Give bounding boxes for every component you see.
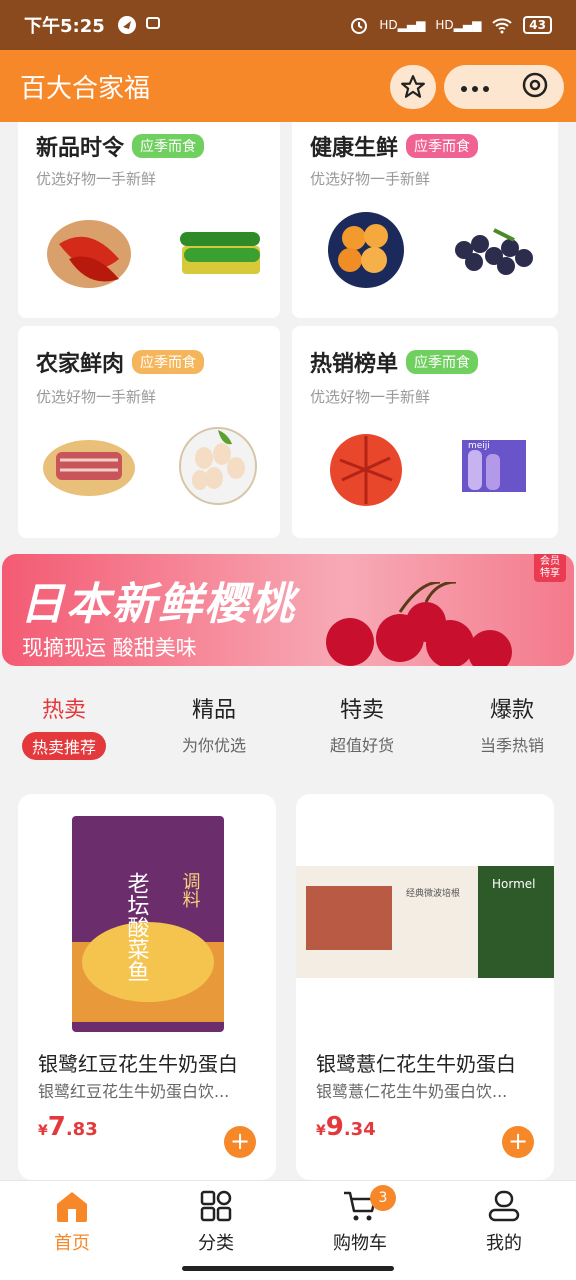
signal-1-icon: HD▂▄▆ xyxy=(379,18,426,32)
cart-count-badge: 3 xyxy=(370,1185,396,1211)
category-badge: 应季而食 xyxy=(406,350,479,374)
home-indicator xyxy=(182,1266,394,1271)
category-card-meat[interactable]: 农家鲜肉 应季而食 优选好物一手新鲜 xyxy=(18,326,280,538)
category-card-bestseller[interactable]: 热销榜单 应季而食 优选好物一手新鲜 meiji xyxy=(292,326,558,538)
add-to-cart-button[interactable]: + xyxy=(502,1126,534,1158)
category-card-fresh[interactable]: 健康生鲜 应季而食 优选好物一手新鲜 xyxy=(292,122,558,318)
wifi-icon xyxy=(492,18,512,34)
svg-text:经典微波培根: 经典微波培根 xyxy=(406,887,460,899)
app-notification-icon xyxy=(117,16,136,34)
main-content: 新品时令 应季而食 优选好物一手新鲜 健康生鲜 应季而食 优选好物一手新鲜 农家鲜肉… xyxy=(0,122,576,1180)
nav-profile[interactable]: 我的 xyxy=(454,1189,554,1255)
star-icon xyxy=(401,75,425,98)
category-title: 热销榜单 xyxy=(310,352,399,377)
close-mini-program-button[interactable] xyxy=(521,71,549,103)
image-notification-icon xyxy=(145,17,160,29)
user-icon xyxy=(488,1190,520,1222)
category-subtitle: 优选好物一手新鲜 xyxy=(36,170,157,188)
signal-2-icon: HD▂▄▆ xyxy=(435,18,482,32)
product-image: 老坛酸菜鱼 调料 xyxy=(72,816,224,1032)
home-icon xyxy=(57,1192,87,1222)
nav-home[interactable]: 首页 xyxy=(22,1189,122,1255)
page-title: 百大合家福 xyxy=(20,73,151,104)
category-title: 新品时令 xyxy=(36,136,125,161)
banner-title: 日本新鲜樱桃 xyxy=(20,579,296,630)
egg-image xyxy=(179,427,257,505)
svg-text:调料: 调料 xyxy=(180,872,201,908)
alarm-icon xyxy=(351,18,368,34)
favorite-button[interactable] xyxy=(390,65,436,109)
crayfish-image xyxy=(330,434,402,506)
tab-premium[interactable]: 精品 为你优选 xyxy=(154,692,274,756)
status-bar: 下午5:25 HD▂▄▆ HD▂▄▆ 43 xyxy=(0,0,576,50)
category-badge: 应季而食 xyxy=(132,350,205,374)
svg-text:Hormel: Hormel xyxy=(492,877,536,891)
product-card[interactable]: Hormel 经典微波培根 银鹭薏仁花生牛奶蛋白 银鹭薏仁花生牛奶蛋白饮... ¥… xyxy=(296,794,554,1180)
nav-cart[interactable]: 3 购物车 xyxy=(310,1185,410,1255)
product-price: ¥7.83 xyxy=(38,1112,98,1142)
nav-category[interactable]: 分类 xyxy=(166,1189,266,1255)
banner-subtitle: 现摘现运 酸甜美味 xyxy=(22,636,197,660)
category-title: 健康生鲜 xyxy=(310,136,399,161)
more-button[interactable] xyxy=(460,78,490,97)
category-title: 农家鲜肉 xyxy=(36,352,125,377)
member-tag: 会员 特享 xyxy=(534,554,566,582)
product-card[interactable]: 老坛酸菜鱼 调料 银鹭红豆花生牛奶蛋白 银鹭红豆花生牛奶蛋白饮... ¥7.83 … xyxy=(18,794,276,1180)
product-name: 银鹭薏仁花生牛奶蛋白 xyxy=(316,1052,516,1076)
category-card-new[interactable]: 新品时令 应季而食 优选好物一手新鲜 xyxy=(18,122,280,318)
status-time: 下午5:25 xyxy=(24,16,105,37)
apricot-image xyxy=(328,212,404,288)
category-subtitle: 优选好物一手新鲜 xyxy=(36,388,157,406)
grid-icon xyxy=(200,1190,232,1222)
svg-text:老坛酸菜鱼: 老坛酸菜鱼 xyxy=(124,872,150,982)
category-subtitle: 优选好物一手新鲜 xyxy=(310,170,431,188)
promo-banner[interactable]: 日本新鲜樱桃 现摘现运 酸甜美味 会员 特享 xyxy=(2,554,574,666)
more-dots-icon xyxy=(460,85,489,92)
product-price: ¥9.34 xyxy=(316,1112,376,1142)
app-header: 百大合家福 xyxy=(0,50,576,122)
ice-cream-box-image: meiji xyxy=(462,440,526,492)
svg-text:meiji: meiji xyxy=(468,441,490,451)
category-badge: 应季而食 xyxy=(132,134,205,158)
grape-image xyxy=(455,228,533,275)
tab-trending[interactable]: 爆款 当季热销 xyxy=(452,692,572,756)
tab-sale[interactable]: 特卖 超值好货 xyxy=(302,692,422,756)
capsule-menu xyxy=(444,65,564,109)
category-subtitle: 优选好物一手新鲜 xyxy=(310,388,431,406)
battery-indicator: 43 xyxy=(523,16,552,34)
pork-image xyxy=(43,440,135,496)
product-description: 银鹭红豆花生牛奶蛋白饮... xyxy=(38,1082,230,1101)
add-to-cart-button[interactable]: + xyxy=(224,1126,256,1158)
close-circle-icon xyxy=(522,72,547,98)
cucumber-image xyxy=(180,232,260,274)
tab-hot[interactable]: 热卖 热卖推荐 xyxy=(4,692,124,760)
bottom-nav: 首页 分类 3 购物车 我的 xyxy=(0,1180,576,1280)
category-badge: 应季而食 xyxy=(406,134,479,158)
red-pepper-image xyxy=(47,220,131,288)
product-description: 银鹭薏仁花生牛奶蛋白饮... xyxy=(316,1082,508,1101)
product-name: 银鹭红豆花生牛奶蛋白 xyxy=(38,1052,238,1076)
product-image: Hormel 经典微波培根 xyxy=(296,866,554,978)
product-tabs: 热卖 热卖推荐 精品 为你优选 特卖 超值好货 爆款 当季热销 xyxy=(0,692,576,768)
cherry-image xyxy=(326,582,512,666)
